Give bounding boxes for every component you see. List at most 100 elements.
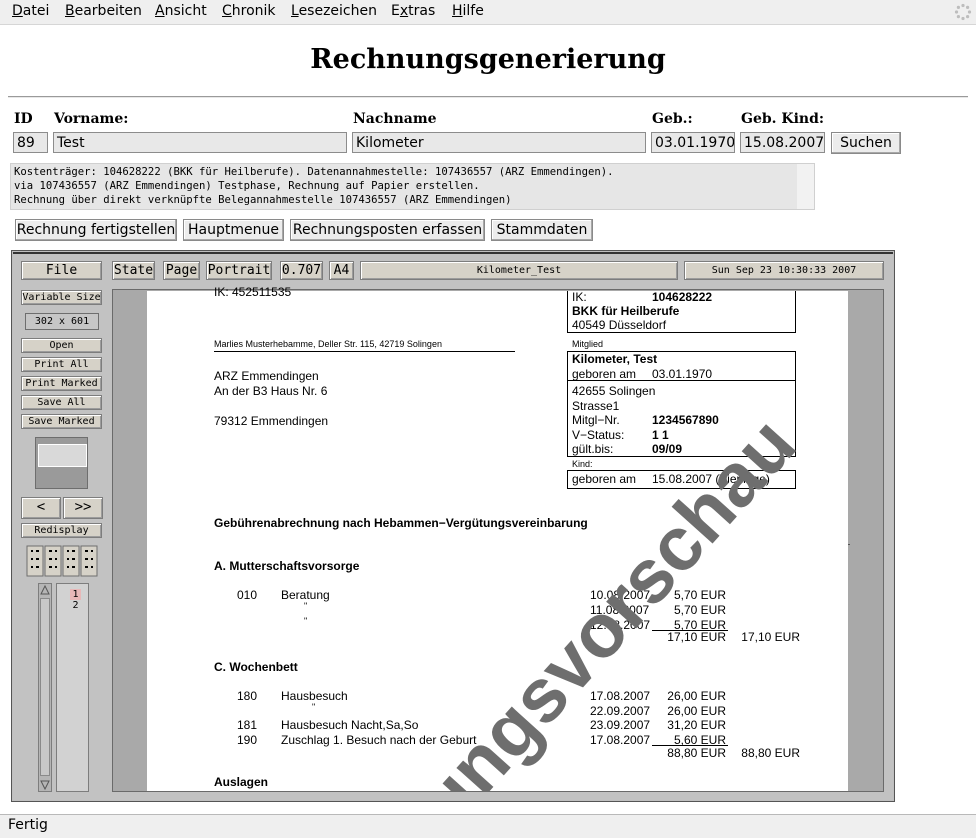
add-invoice-items-button[interactable]: Rechnungsposten erfassen — [290, 219, 485, 241]
master-data-button[interactable]: Stammdaten — [491, 219, 593, 241]
line-amount: 26,00 EUR — [667, 704, 726, 718]
paper-size-button[interactable]: A4 — [329, 261, 354, 280]
geb-field[interactable]: 03.01.1970 — [651, 132, 735, 153]
sender-line: Marlies Musterhebamme, Deller Str. 115, … — [214, 339, 442, 349]
scrollbar-thumb[interactable] — [40, 598, 50, 776]
info-line: via 107436557 (ARZ Emmendingen) Testphas… — [14, 180, 480, 192]
spinner-icon — [954, 3, 972, 21]
line-amount: 5,70 EUR — [673, 588, 726, 602]
page-list-scrollbar[interactable] — [38, 583, 52, 792]
save-marked-button[interactable]: Save Marked — [21, 414, 102, 429]
mark-pages-icon[interactable] — [26, 545, 99, 577]
panner-viewport[interactable] — [38, 444, 87, 467]
line-description: " — [312, 702, 316, 712]
label-vorname: Vorname: — [54, 111, 129, 127]
line-date: 22.09.2007 — [590, 704, 651, 718]
mitgl-nr: 1234567890 — [652, 413, 719, 427]
menubar — [0, 0, 976, 25]
member-born-label: geboren am — [572, 367, 637, 381]
line-description: Hausbesuch — [281, 689, 348, 703]
line-code: 181 — [237, 718, 258, 732]
menu-datei[interactable]: Datei — [12, 3, 49, 19]
menu-lesezeichen[interactable]: Lesezeichen — [291, 3, 377, 19]
document-name-display: Kilometer_Test — [360, 261, 678, 280]
orientation-button[interactable]: Portrait — [206, 261, 272, 280]
recipient-line: 79312 Emmendingen — [214, 414, 329, 428]
scroll-down-icon[interactable] — [39, 779, 51, 791]
page-button[interactable]: Page — [163, 261, 200, 280]
member-born: 03.01.1970 — [652, 367, 713, 381]
recipient-line: An der B3 Haus Nr. 6 — [214, 384, 328, 398]
menu-chronik[interactable]: Chronik — [222, 3, 276, 19]
finish-invoice-button[interactable]: Rechnung fertigstellen — [15, 219, 177, 241]
child-born: 15.08.2007 (Vierlinge) — [652, 472, 770, 486]
open-button[interactable]: Open — [21, 338, 102, 353]
info-line: Rechnung über direkt verknüpfte Belegann… — [14, 194, 512, 206]
page-list-item[interactable]: 1 — [70, 589, 81, 600]
label-geb: Geb.: — [652, 111, 693, 127]
insurer-city: 40549 Düsseldorf — [572, 318, 667, 332]
recipient-line: ARZ Emmendingen — [214, 369, 319, 383]
line-description: Zuschlag 1. Besuch nach der Geburt — [281, 733, 477, 747]
line-description: " — [304, 601, 308, 611]
vorname-field[interactable]: Test — [53, 132, 347, 153]
page-title: Rechnungsgenerierung — [310, 44, 666, 75]
gueltig-label: gült.bis: — [572, 442, 614, 456]
line-code: 190 — [237, 733, 258, 747]
insurer-ik-label: IK: — [572, 290, 587, 304]
child-born-label: geboren am — [572, 472, 637, 486]
print-marked-button[interactable]: Print Marked — [21, 376, 102, 391]
info-text: Kostenträger: 104628222 (BKK für Heilber… — [10, 163, 815, 210]
line-description: Beratung — [281, 588, 330, 602]
line-amount: 5,70 EUR — [673, 603, 726, 617]
section-c-heading: C. Wochenbett — [214, 660, 298, 674]
id-field[interactable]: 89 — [13, 132, 48, 153]
section-a-subtotal: 17,10 EUR — [667, 630, 726, 644]
info-line: Kostenträger: 104628222 (BKK für Heilber… — [14, 166, 614, 178]
line-date: 17.08.2007 — [590, 689, 651, 703]
insurer-ik: 104628222 — [652, 290, 713, 304]
geb-kind-field[interactable]: 15.08.2007 — [740, 132, 825, 153]
kind-label: Kind: — [572, 459, 593, 469]
line-code: 180 — [237, 689, 258, 703]
main-menu-button[interactable]: Hauptmenue — [183, 219, 284, 241]
menu-extras[interactable]: Extras — [391, 3, 435, 19]
print-all-button[interactable]: Print All — [21, 357, 102, 372]
menu-hilfe[interactable]: Hilfe — [452, 3, 484, 19]
save-all-button[interactable]: Save All — [21, 395, 102, 410]
page-list-item[interactable]: 2 — [70, 600, 81, 611]
section-a-total: 17,10 EUR — [741, 630, 800, 644]
mitglied-label: Mitglied — [572, 339, 604, 349]
previous-page-button[interactable]: < — [21, 497, 61, 519]
size-readout: 302 x 601 — [25, 313, 99, 330]
file-button[interactable]: File — [21, 261, 102, 280]
member-street: Strasse1 — [572, 399, 620, 413]
info-scrollbar[interactable] — [797, 164, 814, 209]
redisplay-button[interactable]: Redisplay — [21, 523, 102, 538]
mitgl-nr-label: Mitgl−Nr. — [572, 413, 620, 427]
scroll-up-icon[interactable] — [39, 584, 51, 596]
line-date: 12.08.2007 — [590, 618, 651, 632]
state-button[interactable]: State — [112, 261, 155, 280]
status-text: Fertig — [8, 817, 48, 833]
page-list — [56, 583, 89, 792]
nachname-field[interactable]: Kilometer — [352, 132, 646, 153]
zoom-button[interactable]: 0.707 — [280, 261, 323, 280]
line-code: 010 — [237, 588, 258, 602]
line-description: Hausbesuch Nacht,Sa,So — [281, 718, 419, 732]
line-amount: 26,00 EUR — [667, 689, 726, 703]
member-name: Kilometer, Test — [572, 352, 658, 366]
next-page-button[interactable]: >> — [63, 497, 103, 519]
menu-bearbeiten[interactable]: Bearbeiten — [65, 3, 142, 19]
v-status-label: V−Status: — [572, 428, 625, 442]
menu-ansicht[interactable]: Ansicht — [155, 3, 207, 19]
sender-underline — [214, 351, 515, 352]
v-status: 1 1 — [652, 428, 669, 442]
search-button[interactable]: Suchen — [831, 132, 901, 154]
date-display: Sun Sep 23 10:30:33 2007 — [684, 261, 884, 280]
section-auslagen-heading: Auslagen — [214, 775, 269, 789]
variable-size-button[interactable]: Variable Size — [21, 290, 102, 305]
line-date: 17.08.2007 — [590, 733, 651, 747]
line-date: 10.08.2007 — [590, 588, 651, 602]
page-thumbnail-panner[interactable] — [35, 437, 88, 489]
